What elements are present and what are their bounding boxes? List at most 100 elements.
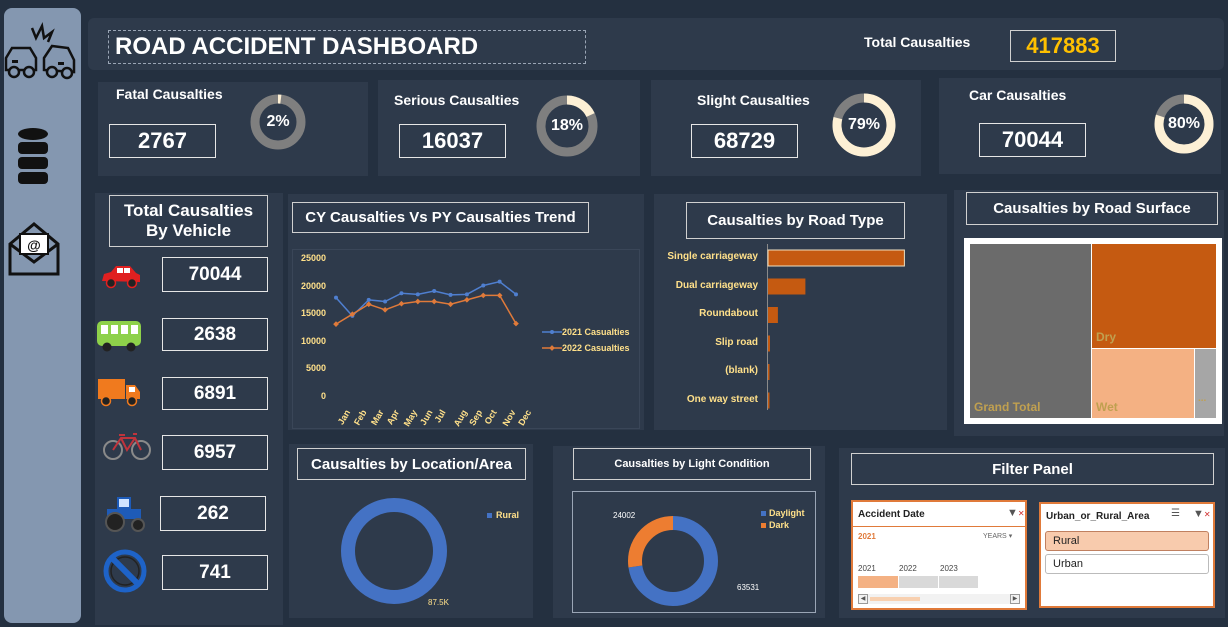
vehicle-panel: Total Causalties By Vehicle 70044 2638 6…: [95, 193, 283, 625]
kpi-card-slight: Slight Causalties 68729 79%: [651, 80, 921, 176]
legend-label: Rural: [496, 510, 520, 520]
legend-label: Dark: [769, 520, 790, 530]
slicer-option-urban[interactable]: Urban: [1045, 554, 1209, 574]
kpi-percent: 18%: [550, 117, 584, 134]
vehicle-value-other: 741: [162, 555, 268, 590]
scroll-left-icon[interactable]: ◀: [858, 594, 868, 604]
clear-filter-icon[interactable]: ▼✕: [1193, 508, 1211, 520]
location-value-label: 87.5K: [428, 598, 449, 607]
slicer-option-label: Rural: [1053, 535, 1080, 547]
light-value-daylight: 63531: [737, 583, 760, 592]
legend-item-daylight: Daylight: [761, 507, 805, 519]
page-title: ROAD ACCIDENT DASHBOARD: [108, 30, 586, 64]
treemap-label: Grand Total: [974, 400, 1041, 414]
location-legend: Rural: [487, 510, 519, 520]
treemap-cell-dry[interactable]: Dry: [1092, 244, 1216, 348]
scroll-thumb[interactable]: [870, 597, 920, 601]
data-point: [514, 292, 518, 297]
vehicle-value-bus: 2638: [162, 318, 268, 351]
total-casualties-label: Total Causalties: [864, 34, 971, 50]
car-crash-icon[interactable]: [2, 22, 78, 84]
slicer-title: Accident Date: [858, 509, 925, 520]
treemap-cell-grand-total[interactable]: Grand Total: [970, 244, 1091, 418]
legend-swatch: [487, 512, 492, 518]
kpi-label: Fatal Causalties: [116, 86, 223, 102]
road-type-bar[interactable]: [768, 278, 806, 295]
data-point: [399, 291, 404, 296]
data-point: [431, 298, 438, 305]
data-point: [481, 283, 486, 288]
clear-filter-icon[interactable]: ▼✕: [1007, 507, 1025, 519]
timeline-track[interactable]: [858, 576, 978, 588]
data-point: [464, 297, 470, 303]
road-type-bar[interactable]: [768, 392, 770, 409]
data-point: [497, 279, 502, 284]
treemap-cell-other[interactable]: ...: [1195, 349, 1216, 418]
scroll-right-icon[interactable]: ▶: [1010, 594, 1020, 604]
header-panel: ROAD ACCIDENT DASHBOARD Total Causalties…: [88, 18, 1224, 70]
kpi-value: 70044: [979, 123, 1086, 157]
svg-text:@: @: [27, 237, 41, 253]
vehicle-panel-title: Total Causalties By Vehicle: [109, 195, 268, 247]
data-point: [432, 289, 437, 294]
light-legend: Daylight Dark: [761, 507, 805, 531]
tractor-icon: [105, 497, 145, 532]
legend-swatch: [761, 522, 766, 528]
legend-swatch: [542, 330, 562, 334]
total-casualties-value: 417883: [1010, 30, 1116, 62]
series-line-2021: [335, 280, 517, 317]
timeline-level-dropdown[interactable]: YEARS ▾: [983, 532, 1012, 540]
data-point: [414, 298, 421, 305]
treemap-cell-wet[interactable]: Wet: [1092, 349, 1194, 418]
timeline-selection[interactable]: [858, 576, 898, 588]
timeline-level-label: YEARS: [983, 533, 1007, 540]
timeline-year-2022[interactable]: 2022: [899, 564, 917, 573]
light-value-dark: 24002: [613, 511, 636, 520]
vehicle-value-bicycle: 6957: [162, 435, 268, 470]
no-entry-icon: [103, 549, 147, 593]
email-icon[interactable]: @: [8, 220, 60, 276]
kpi-card-serious: Serious Causalties 16037 18%: [378, 80, 640, 176]
multi-select-icon[interactable]: ☰: [1171, 508, 1180, 519]
bicycle-icon: [103, 433, 151, 460]
area-slicer[interactable]: Urban_or_Rural_Area ☰ ▼✕ Rural Urban: [1039, 502, 1215, 608]
data-point: [366, 297, 371, 302]
kpi-value: 16037: [399, 124, 506, 158]
light-title: Causalties by Light Condition: [573, 448, 811, 480]
slicer-option-label: Urban: [1053, 558, 1083, 570]
database-icon[interactable]: [16, 126, 50, 188]
kpi-value: 68729: [691, 124, 798, 158]
dashboard: @ ROAD ACCIDENT DASHBOARD Total Causalti…: [0, 0, 1228, 627]
timeline-year-2021[interactable]: 2021: [858, 564, 876, 573]
data-point: [334, 295, 338, 300]
slicer-option-rural[interactable]: Rural: [1045, 531, 1209, 551]
sidebar: @: [4, 8, 81, 623]
road-type-bar[interactable]: [767, 249, 905, 267]
kpi-percent: 2%: [266, 113, 290, 130]
road-type-bar[interactable]: [768, 307, 778, 323]
trend-panel: CY Causalties Vs PY Causalties Trend 250…: [288, 194, 644, 430]
road-type-bar[interactable]: [768, 335, 770, 352]
vehicle-value-tractor: 262: [160, 496, 266, 531]
legend-label: Daylight: [769, 508, 805, 518]
filter-panel-title: Filter Panel: [851, 453, 1214, 485]
location-title: Causalties by Location/Area: [297, 448, 526, 480]
road-type-panel: Causalties by Road Type Single carriagew…: [654, 194, 947, 430]
vehicle-value-truck: 6891: [162, 377, 268, 410]
location-donut: [341, 498, 447, 604]
trend-legend: 2021 Casualties 2022 Casualties: [542, 324, 630, 356]
treemap: Grand Total Dry Wet ...: [964, 238, 1222, 424]
timeline-scrollbar[interactable]: ◀ ▶: [858, 594, 1020, 604]
legend-item-2022: 2022 Casualties: [542, 340, 630, 356]
road-type-bar[interactable]: [768, 364, 770, 380]
kpi-label: Slight Causalties: [697, 92, 810, 108]
legend-label: 2021 Casualties: [562, 327, 630, 337]
data-point: [464, 292, 469, 297]
car-icon: [102, 266, 140, 289]
kpi-value: 2767: [109, 124, 216, 158]
road-surface-panel: Causalties by Road Surface Grand Total D…: [954, 190, 1224, 436]
data-point: [398, 300, 405, 307]
accident-date-slicer[interactable]: Accident Date ▼✕ 2021 YEARS ▾ 2021 2022 …: [851, 500, 1027, 610]
series-line-2022: [335, 294, 517, 325]
timeline-year-2023[interactable]: 2023: [940, 564, 958, 573]
